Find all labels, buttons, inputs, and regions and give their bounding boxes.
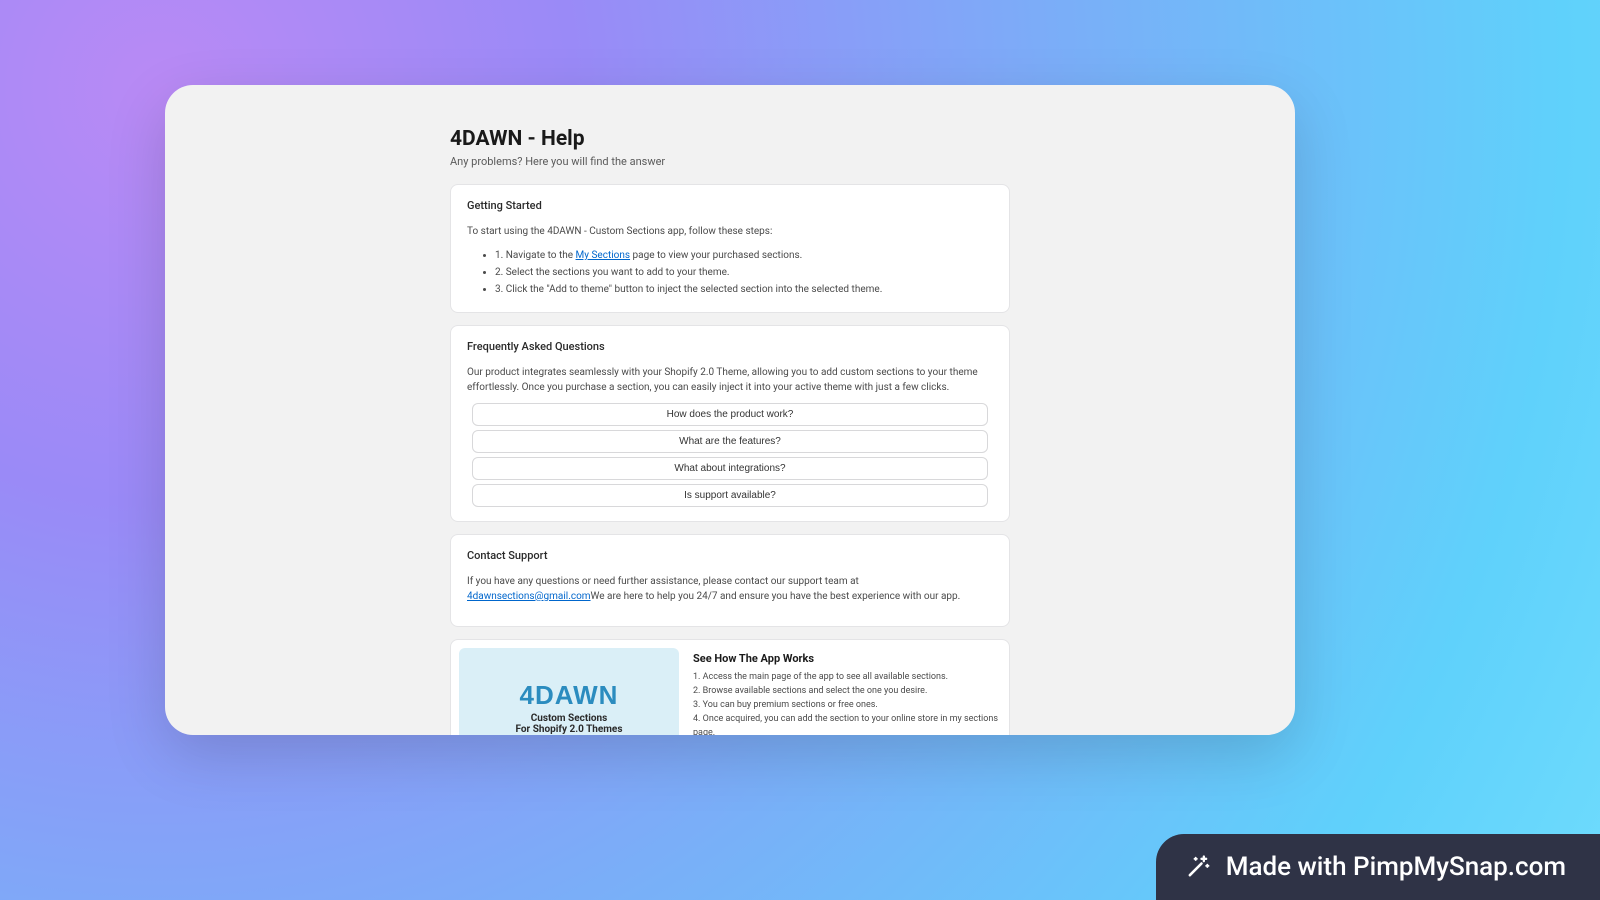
page-title: 4DAWN - Help [450,127,1010,151]
faq-item[interactable]: What are the features? [472,430,988,453]
video-logo: 4DAWN [520,680,619,711]
step-item: 2. Select the sections you want to add t… [495,264,993,281]
contact-support-title: Contact Support [467,549,993,562]
how-it-works-title: See How The App Works [693,652,1001,665]
step-item: 1. Navigate to the My Sections page to v… [495,247,993,264]
app-window: 4DAWN - Help Any problems? Here you will… [165,85,1295,735]
support-email-link[interactable]: 4dawnsections@gmail.com [467,591,591,602]
faq-title: Frequently Asked Questions [467,340,993,353]
how-step: 1. Access the main page of the app to se… [693,671,1001,685]
how-step: 2. Browse available sections and select … [693,685,1001,699]
how-step: 4. Once acquired, you can add the sectio… [693,713,1001,735]
wand-icon [1184,853,1212,881]
step-item: 3. Click the "Add to theme" button to in… [495,281,993,298]
support-text-pre: If you have any questions or need furthe… [467,576,859,587]
faq-intro: Our product integrates seamlessly with y… [467,365,993,395]
getting-started-intro: To start using the 4DAWN - Custom Sectio… [467,224,993,239]
watermark-text: Made with PimpMySnap.com [1226,852,1566,882]
help-content: 4DAWN - Help Any problems? Here you will… [450,85,1010,735]
watermark-badge[interactable]: Made with PimpMySnap.com [1156,834,1600,900]
my-sections-link[interactable]: My Sections [576,250,631,261]
contact-support-card: Contact Support If you have any question… [450,534,1010,627]
getting-started-title: Getting Started [467,199,993,212]
how-it-works-card: 4DAWN Custom Sections For Shopify 2.0 Th… [450,639,1010,735]
faq-item[interactable]: Is support available? [472,484,988,507]
page-subtitle: Any problems? Here you will find the ans… [450,155,1010,168]
video-thumbnail[interactable]: 4DAWN Custom Sections For Shopify 2.0 Th… [459,648,679,735]
how-it-works-steps: 1. Access the main page of the app to se… [693,671,1001,735]
video-subtitle: For Shopify 2.0 Themes [516,724,623,735]
contact-support-text: If you have any questions or need furthe… [467,574,993,604]
getting-started-steps: 1. Navigate to the My Sections page to v… [467,247,993,298]
faq-item[interactable]: What about integrations? [472,457,988,480]
getting-started-card: Getting Started To start using the 4DAWN… [450,184,1010,313]
faq-list: How does the product work? What are the … [467,403,993,507]
video-subtitle: Custom Sections [531,713,608,724]
how-step: 3. You can buy premium sections or free … [693,699,1001,713]
faq-card: Frequently Asked Questions Our product i… [450,325,1010,522]
step-text: page to view your purchased sections. [630,250,802,261]
faq-item[interactable]: How does the product work? [472,403,988,426]
step-text: 1. Navigate to the [495,250,576,261]
how-it-works-body: See How The App Works 1. Access the main… [693,648,1001,735]
support-text-post: We are here to help you 24/7 and ensure … [591,591,961,602]
